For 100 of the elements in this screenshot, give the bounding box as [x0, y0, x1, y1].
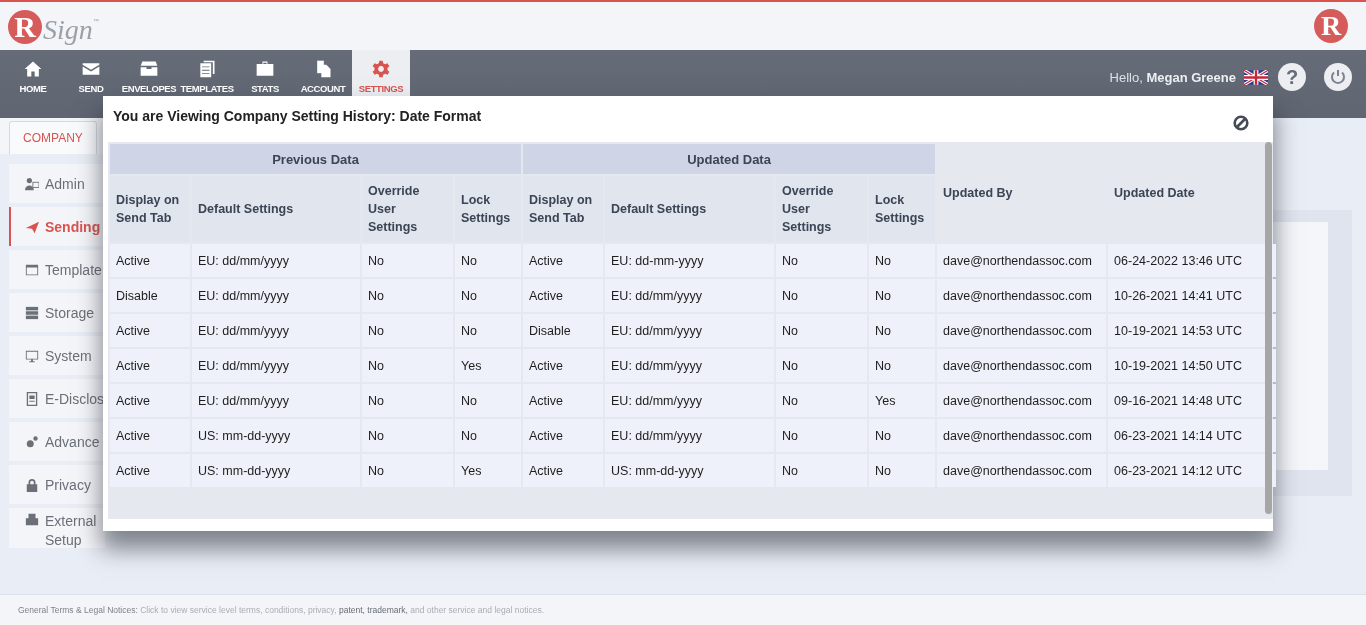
table-cell: No — [869, 454, 936, 487]
gear-icon — [370, 59, 392, 79]
sidebar-item[interactable]: E-Disclos — [9, 379, 105, 418]
sidebar-item[interactable]: Sending — [9, 207, 105, 246]
table-cell: No — [455, 279, 521, 312]
monitor-icon — [25, 348, 39, 363]
table-cell: Active — [110, 384, 190, 417]
table-cell: No — [362, 244, 453, 277]
table-cell: Active — [523, 279, 603, 312]
table-cell: US: mm-dd-yyyy — [192, 419, 360, 452]
table-cell: dave@northendassoc.com — [937, 384, 1107, 417]
table-cell: EU: dd/mm/yyyy — [605, 419, 774, 452]
table-cell: Yes — [455, 454, 521, 487]
user-card-icon — [25, 176, 39, 191]
home-icon — [22, 59, 44, 79]
patent-link[interactable]: patent, — [338, 605, 365, 615]
table-cell: No — [869, 279, 936, 312]
logo-mark: R — [8, 10, 42, 44]
sidebar-item[interactable]: Template — [9, 250, 105, 289]
table-cell: Active — [523, 244, 603, 277]
close-icon[interactable] — [1233, 115, 1249, 131]
column-header: Display on Send Tab — [523, 176, 603, 242]
column-header: Default Settings — [192, 176, 360, 242]
table-cell: Active — [523, 349, 603, 382]
table-cell: No — [362, 454, 453, 487]
table-cell: Active — [110, 314, 190, 347]
briefcase-icon — [254, 59, 276, 79]
flag-icon[interactable] — [1244, 69, 1268, 85]
table-cell: 10-19-2021 14:50 UTC — [1108, 349, 1277, 382]
logo-mark: R — [1314, 9, 1348, 43]
table-cell: EU: dd/mm/yyyy — [192, 314, 360, 347]
table-cell: dave@northendassoc.com — [937, 244, 1107, 277]
document-icon — [25, 391, 39, 406]
table-cell: No — [869, 419, 936, 452]
window-icon — [25, 262, 39, 277]
help-button[interactable]: ? — [1278, 63, 1306, 91]
scrollbar[interactable] — [1265, 142, 1272, 514]
column-header: Display on Send Tab — [110, 176, 190, 242]
table-cell: 06-23-2021 14:12 UTC — [1108, 454, 1277, 487]
table-cell: Active — [110, 419, 190, 452]
table-cell: EU: dd/mm/yyyy — [605, 349, 774, 382]
table-cell: No — [455, 244, 521, 277]
nav-tab[interactable]: HOME — [4, 50, 62, 118]
sidebar-item[interactable]: Admin — [9, 164, 105, 203]
column-header: Updated By — [942, 185, 1014, 202]
table-cell: Disable — [523, 314, 603, 347]
table-cell: No — [362, 279, 453, 312]
power-icon[interactable] — [1324, 63, 1352, 91]
column-header: Lock Settings — [869, 176, 936, 242]
column-header: Override User Settings — [776, 176, 867, 242]
table-cell: 06-23-2021 14:14 UTC — [1108, 419, 1277, 452]
table-cell: No — [362, 314, 453, 347]
table-cell: Yes — [869, 384, 936, 417]
table-cell: No — [362, 384, 453, 417]
table-cell: US: mm-dd-yyyy — [192, 454, 360, 487]
table-cell: No — [869, 314, 936, 347]
table-cell: EU: dd/mm/yyyy — [605, 314, 774, 347]
table-cell: Yes — [455, 349, 521, 382]
table-cell: EU: dd/mm/yyyy — [192, 279, 360, 312]
table-cell: 10-19-2021 14:53 UTC — [1108, 314, 1277, 347]
table-cell: 06-24-2022 13:46 UTC — [1108, 244, 1277, 277]
table-cell: EU: dd/mm/yyyy — [605, 384, 774, 417]
gears-icon — [25, 434, 39, 449]
trademark-link[interactable]: trademark, — [367, 605, 408, 615]
table-cell: dave@northendassoc.com — [937, 349, 1107, 382]
table-cell: EU: dd/mm/yyyy — [605, 279, 774, 312]
column-header: Override User Settings — [362, 176, 453, 242]
table-cell: EU: dd/mm/yyyy — [192, 349, 360, 382]
table-cell: No — [455, 384, 521, 417]
table-cell: No — [776, 384, 867, 417]
table-cell: dave@northendassoc.com — [937, 314, 1107, 347]
paper-plane-icon — [25, 219, 39, 234]
table-cell: Active — [110, 454, 190, 487]
table-cell: EU: dd/mm/yyyy — [192, 244, 360, 277]
sidebar-item[interactable]: External Setup — [9, 508, 105, 548]
table-cell: No — [776, 454, 867, 487]
table-cell: Active — [110, 349, 190, 382]
legal-notice: General Terms & Legal Notices: Click to view service level terms, conditions, privacy, patent, trademark, and other service and legal notices. — [18, 605, 544, 615]
table-cell: US: mm-dd-yyyy — [605, 454, 774, 487]
table-cell: Disable — [110, 279, 190, 312]
table-cell: No — [362, 349, 453, 382]
sidebar-item[interactable]: System — [9, 336, 105, 375]
column-header: Lock Settings — [455, 176, 521, 242]
company-tab[interactable]: COMPANY — [9, 121, 97, 154]
table-cell: 10-26-2021 14:41 UTC — [1108, 279, 1277, 312]
group-header: Updated Data — [523, 144, 936, 174]
sidebar-item[interactable]: Advance — [9, 422, 105, 461]
sidebar-item[interactable]: Storage — [9, 293, 105, 332]
printer-icon — [25, 512, 39, 526]
table-cell: dave@northendassoc.com — [937, 279, 1107, 312]
table-cell: dave@northendassoc.com — [937, 419, 1107, 452]
table-cell: No — [776, 279, 867, 312]
table-cell: No — [776, 314, 867, 347]
logo-word: Sign — [43, 14, 93, 46]
sidebar-item[interactable]: Privacy — [9, 465, 105, 504]
group-header: Previous Data — [110, 144, 521, 174]
greeting: Hello, Megan Greene — [1109, 69, 1236, 85]
table-cell: Active — [110, 244, 190, 277]
table-cell: No — [869, 244, 936, 277]
table-cell: No — [362, 419, 453, 452]
